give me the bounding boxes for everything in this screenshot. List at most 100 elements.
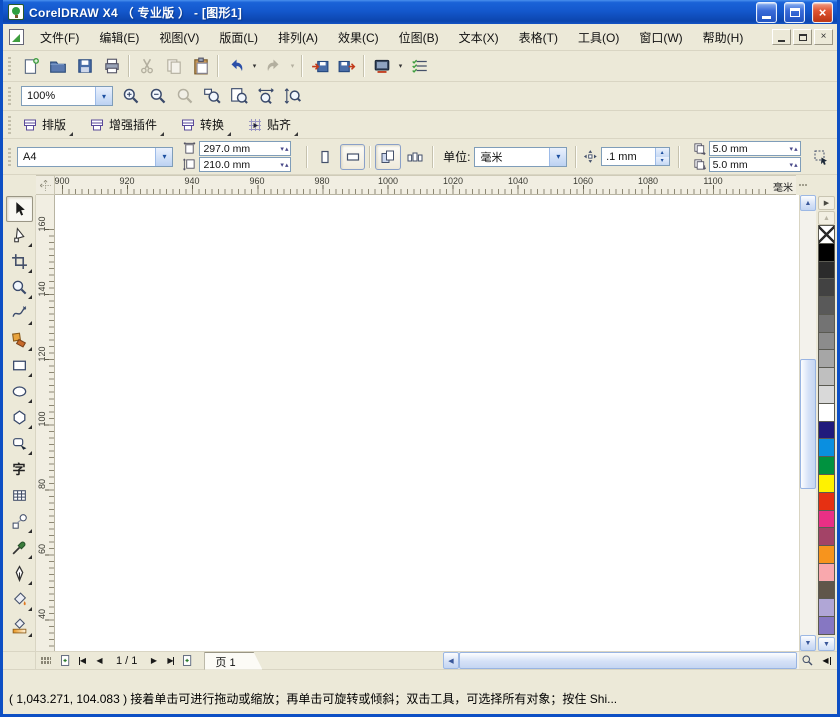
- save-button[interactable]: [71, 53, 98, 79]
- redo-dropdown-disabled[interactable]: ▾: [287, 53, 298, 79]
- menu-text[interactable]: 文本(X): [449, 24, 509, 51]
- menu-layout[interactable]: 版面(L): [209, 24, 268, 51]
- menu-tools[interactable]: 工具(O): [568, 24, 629, 51]
- units-combo[interactable]: 毫米 ▾: [474, 147, 567, 167]
- drawing-canvas[interactable]: [55, 195, 799, 651]
- blend-tool[interactable]: [6, 508, 33, 534]
- crop-tool[interactable]: [6, 248, 33, 274]
- document-navigator-button[interactable]: [799, 652, 816, 669]
- pick-tool[interactable]: [6, 196, 33, 222]
- vertical-scroll-track[interactable]: [800, 211, 816, 635]
- horizontal-scroll-thumb[interactable]: [459, 652, 797, 669]
- zoom-to-height-button[interactable]: [279, 83, 306, 109]
- page-tab[interactable]: 页 1: [204, 652, 262, 670]
- swatch-yellow[interactable]: [818, 474, 835, 493]
- zoom-tool[interactable]: [6, 274, 33, 300]
- swatch-brown[interactable]: [818, 581, 835, 600]
- paste-button[interactable]: [187, 53, 214, 79]
- swatch-70-black[interactable]: [818, 296, 835, 315]
- ruler-origin[interactable]: [36, 175, 55, 195]
- paper-height-field[interactable]: 210.0 mm ▾▴: [199, 157, 291, 172]
- menu-edit[interactable]: 编辑(E): [89, 24, 149, 51]
- plugin-convert-button[interactable]: 转换: [175, 113, 232, 137]
- maximize-button[interactable]: [784, 2, 805, 23]
- swatch-red[interactable]: [818, 492, 835, 511]
- cut-button-disabled[interactable]: [133, 53, 160, 79]
- open-button[interactable]: [44, 53, 71, 79]
- zoom-to-width-button[interactable]: [252, 83, 279, 109]
- duplicate-y-field[interactable]: 5.0 mm ▾▴: [709, 157, 801, 172]
- freehand-tool[interactable]: [6, 300, 33, 326]
- polygon-tool[interactable]: [6, 404, 33, 430]
- swatch-purple[interactable]: [818, 616, 835, 635]
- menu-bitmaps[interactable]: 位图(B): [389, 24, 449, 51]
- nudge-offset-field[interactable]: .1 mm ▴ ▾: [601, 147, 670, 166]
- toolbar-grip[interactable]: [7, 57, 14, 75]
- zoom-selected-button-disabled[interactable]: [171, 83, 198, 109]
- copy-button-disabled[interactable]: [160, 53, 187, 79]
- ellipse-tool[interactable]: [6, 378, 33, 404]
- all-pages-layout-button[interactable]: [375, 144, 400, 170]
- palette-expand-button[interactable]: ◀: [816, 652, 837, 669]
- next-page-button[interactable]: ▶: [145, 653, 162, 669]
- table-tool[interactable]: [6, 482, 33, 508]
- paper-width-field[interactable]: 297.0 mm ▾▴: [199, 141, 291, 156]
- horizontal-scroll-track[interactable]: [459, 652, 799, 669]
- swatch-black[interactable]: [818, 243, 835, 262]
- swatch-80-black[interactable]: [818, 278, 835, 297]
- palette-scroll-up-disabled[interactable]: ▲: [818, 211, 835, 225]
- swatch-orange[interactable]: [818, 545, 835, 564]
- swatch-30-black[interactable]: [818, 367, 835, 386]
- menu-table[interactable]: 表格(T): [509, 24, 568, 51]
- swatch-20-black[interactable]: [818, 385, 835, 404]
- doc-close-button[interactable]: ×: [814, 29, 833, 45]
- undo-dropdown[interactable]: ▾: [249, 53, 260, 79]
- add-page-button[interactable]: [57, 653, 74, 669]
- menu-file[interactable]: 文件(F): [30, 24, 89, 51]
- horizontal-ruler[interactable]: 900 920 940 960 980 1000 1020 1040 1060 …: [55, 175, 796, 195]
- interactive-fill-tool[interactable]: [6, 612, 33, 638]
- zoom-combo-arrow-icon[interactable]: ▾: [95, 87, 112, 105]
- swatch-white[interactable]: [818, 403, 835, 422]
- minimize-button[interactable]: [756, 2, 777, 23]
- plugin-typeset-button[interactable]: 排版: [17, 113, 74, 137]
- last-page-button[interactable]: ▶: [162, 653, 179, 669]
- plugin-snap-button[interactable]: 贴齐: [242, 113, 299, 137]
- snap-to-objects-button[interactable]: [809, 144, 834, 170]
- smart-fill-tool[interactable]: [6, 326, 33, 352]
- swatch-50-black[interactable]: [818, 332, 835, 351]
- plugin-enhance-button[interactable]: 增强插件: [84, 113, 165, 137]
- swatch-blue[interactable]: [818, 438, 835, 457]
- print-button[interactable]: [98, 53, 125, 79]
- vertical-ruler[interactable]: 160 140 120 100 80 60 40: [36, 195, 55, 651]
- zoom-out-button[interactable]: [144, 83, 171, 109]
- units-combo-arrow-icon[interactable]: ▾: [549, 148, 566, 166]
- add-page-after-button[interactable]: [179, 653, 196, 669]
- scroll-left-button[interactable]: ◀: [443, 652, 459, 669]
- swatch-pink[interactable]: [818, 563, 835, 582]
- zoom-level-combo[interactable]: 100% ▾: [21, 86, 113, 106]
- palette-scroll-down[interactable]: ▼: [818, 637, 835, 651]
- menu-arrange[interactable]: 排列(A): [268, 24, 328, 51]
- first-page-button[interactable]: ◀: [74, 653, 91, 669]
- fill-tool[interactable]: [6, 586, 33, 612]
- import-button[interactable]: [306, 53, 333, 79]
- swatch-rose[interactable]: [818, 527, 835, 546]
- rectangle-tool[interactable]: [6, 352, 33, 378]
- drawing-scale-icons[interactable]: [36, 652, 55, 669]
- swatch-90-black[interactable]: [818, 261, 835, 280]
- swatch-green[interactable]: [818, 456, 835, 475]
- menu-effects[interactable]: 效果(C): [328, 24, 389, 51]
- zoom-to-page-button[interactable]: [225, 83, 252, 109]
- paper-type-combo[interactable]: A4 ▾: [17, 147, 173, 167]
- landscape-button-active[interactable]: [340, 144, 365, 170]
- zoom-all-objects-button[interactable]: [198, 83, 225, 109]
- eyedropper-tool[interactable]: [6, 534, 33, 560]
- shape-tool[interactable]: [6, 222, 33, 248]
- close-button[interactable]: ×: [812, 2, 833, 23]
- swatch-magenta[interactable]: [818, 510, 835, 529]
- swatch-lavender[interactable]: [818, 598, 835, 617]
- application-launcher-button[interactable]: [368, 53, 395, 79]
- redo-button-disabled[interactable]: [260, 53, 287, 79]
- duplicate-x-field[interactable]: 5.0 mm ▾▴: [709, 141, 801, 156]
